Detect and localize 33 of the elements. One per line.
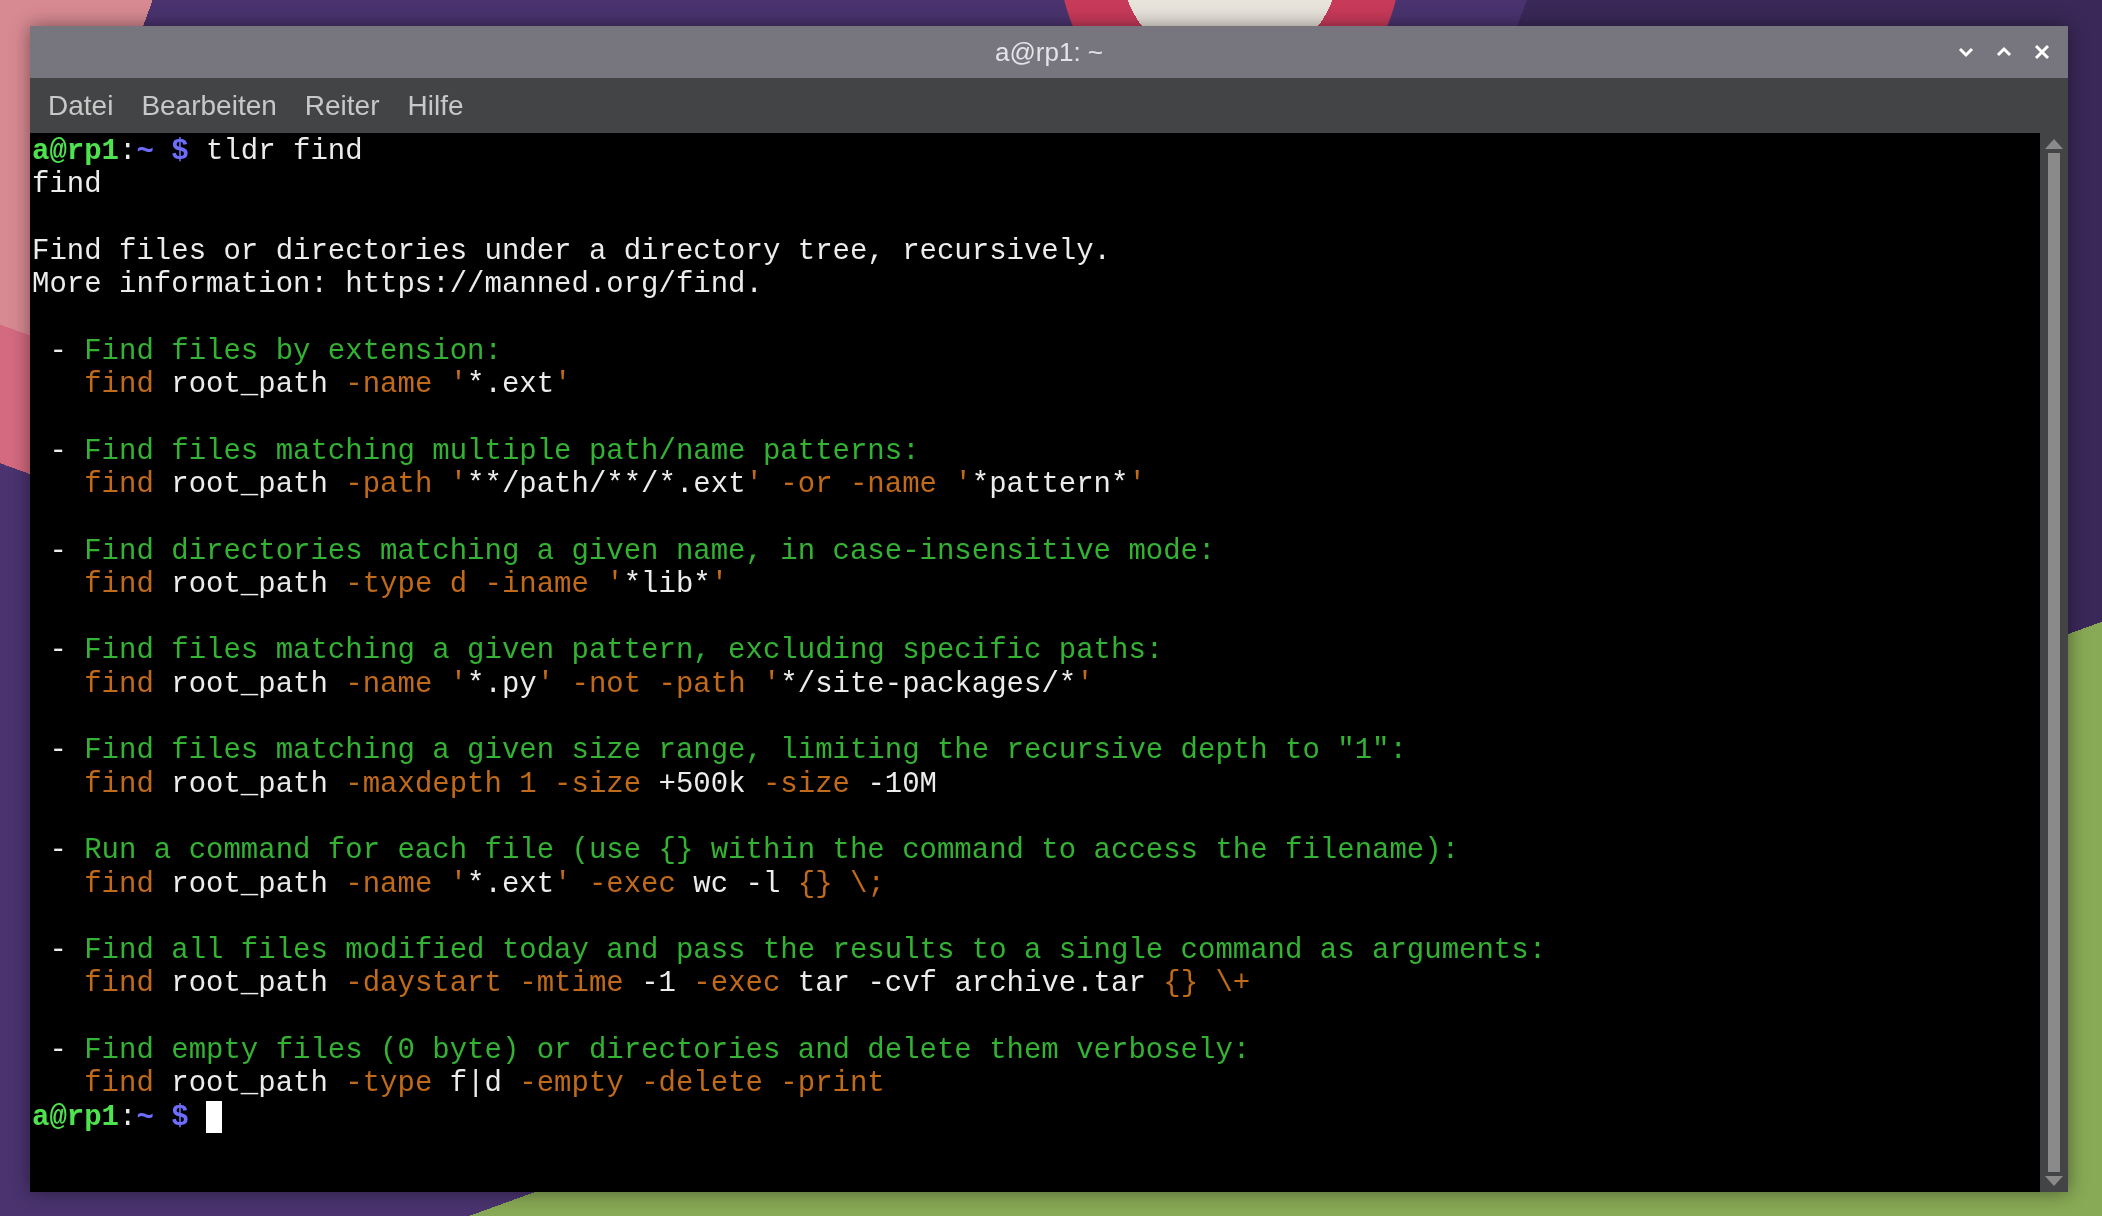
terminal-line: find root_path -name '*.ext' — [83, 368, 572, 402]
chevron-up-icon — [1996, 46, 2012, 58]
terminal-line: Find files or directories under a directory tree, recursively. — [32, 234, 1111, 269]
terminal-line: - Find all files modified today and pass the results to a single command as arguments: — [48, 934, 1547, 968]
text-cursor — [205, 1101, 222, 1134]
terminal-line: - Find directories matching a given name, in case-insensitive mode: — [48, 534, 1216, 568]
menu-item[interactable]: Hilfe — [393, 85, 478, 126]
scrollbar-thumb[interactable] — [2048, 153, 2060, 1172]
terminal-line: a@rp1:~ $ tldr find — [32, 135, 363, 169]
menu-item[interactable]: Bearbeiten — [127, 85, 291, 126]
terminal-line: - Find files matching a given size range, limiting the recursive depth to "1": — [48, 734, 1407, 768]
terminal-line: - Find files matching multiple path/name patterns: — [48, 434, 920, 468]
menu-item[interactable]: Datei — [34, 85, 128, 126]
terminal-line: find root_path -path '**/path/**/*.ext' -or -name '*pattern*' — [83, 467, 1146, 502]
terminal-line: - Find files by extension: — [48, 334, 502, 369]
terminal-line: - Find empty files (0 byte) or directories and delete them verbosely: — [48, 1034, 1251, 1068]
terminal-line: find root_path -daystart -mtime -1 -exec tar -cvf archive.tar {} \+ — [83, 967, 1251, 1001]
terminal-line: a@rp1:~ $ — [32, 1100, 189, 1134]
scroll-down-icon[interactable] — [2045, 1176, 2063, 1186]
terminal-line: find root_path -type d -iname '*lib*' — [83, 567, 729, 602]
terminal-line: More information: https://manned.org/find. — [32, 268, 763, 302]
scroll-up-icon[interactable] — [2045, 139, 2063, 149]
terminal-line: - Find files matching a given pattern, excluding specific paths: — [48, 634, 1164, 668]
close-icon — [2034, 44, 2050, 60]
terminal-line: find root_path -name '*.ext' -exec wc -l {} \; — [83, 867, 885, 901]
terminal-line: find root_path -maxdepth 1 -size +500k -size -10M — [83, 767, 937, 801]
terminal-line: find — [32, 168, 102, 202]
terminal-line: find root_path -name '*.py' -not -path '*/site-packages/*' — [83, 667, 1094, 702]
window-title: a@rp1: ~ — [994, 36, 1104, 68]
terminal-line: - Run a command for each file (use {} within the command to access the filename): — [48, 834, 1460, 868]
menu-item[interactable]: Reiter — [290, 85, 394, 126]
chevron-down-icon — [1958, 46, 1974, 58]
terminal-line: find root_path -type f|d -empty -delete -print — [83, 1067, 885, 1101]
